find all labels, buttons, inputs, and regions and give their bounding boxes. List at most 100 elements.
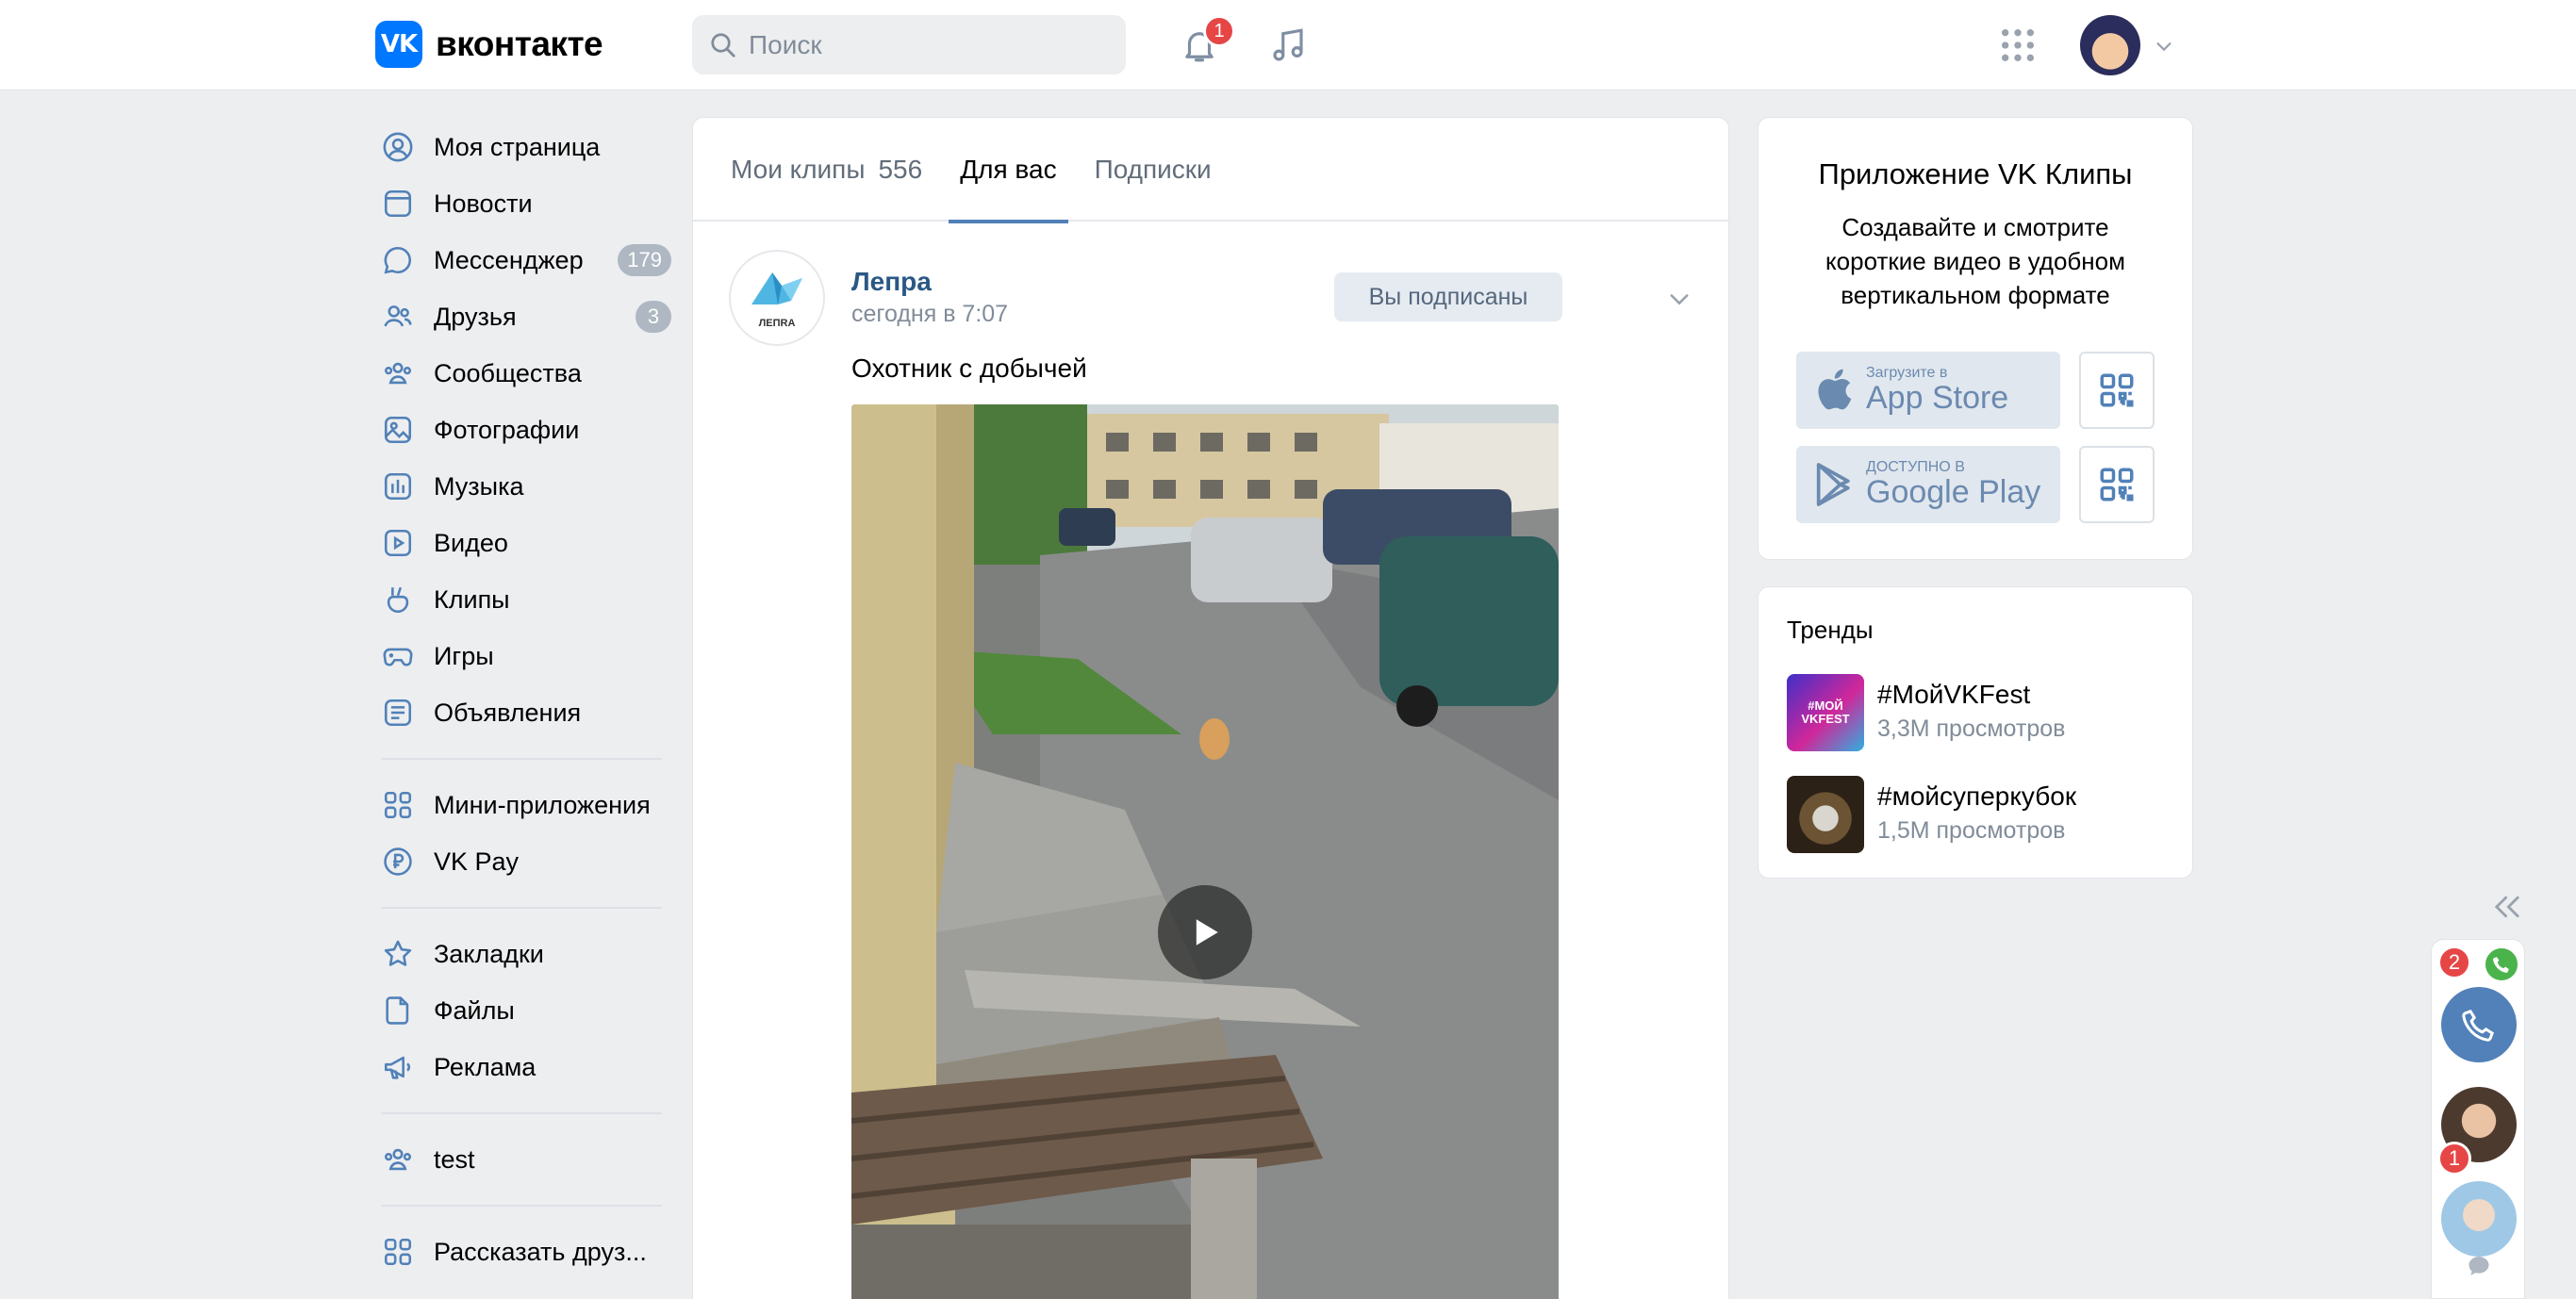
sidebar-divider [381, 907, 662, 909]
app-store-qr-button[interactable] [2079, 352, 2155, 429]
sidebar-item-bookmarks[interactable]: Закладки [370, 926, 681, 982]
sidebar-item-label: Видео [434, 528, 508, 557]
trend-thumbnail: #МОЙ VKFEST [1787, 674, 1864, 751]
sidebar-item-label: Игры [434, 641, 494, 670]
chevron-down-icon[interactable] [1666, 286, 1693, 312]
call-chat-avatar[interactable] [2441, 987, 2517, 1062]
sidebar-item-games[interactable]: Игры [370, 628, 681, 684]
sidebar-item-label: Музыка [434, 471, 524, 501]
video-frame-image [851, 404, 1559, 1299]
sidebar-item-label: Новости [434, 189, 533, 218]
tab-count: 556 [878, 155, 923, 184]
trend-views: 3,3M просмотров [1877, 715, 2066, 742]
trend-name: #МойVKFest [1877, 680, 2031, 709]
google-play-qr-button[interactable] [2079, 446, 2155, 523]
subscribed-button[interactable]: Вы подписаны [1334, 272, 1562, 321]
app-store-big-text: App Store [1866, 380, 2009, 416]
vk-logo-text: вконтакте [436, 25, 603, 63]
sidebar-item-messenger[interactable]: Мессенджер 179 [370, 232, 681, 288]
post-date[interactable]: сегодня в 7:07 [851, 301, 1008, 328]
promo-description: Создавайте и смотрите короткие видео в у… [1825, 213, 2125, 309]
sidebar-item-music[interactable]: Музыка [370, 458, 681, 515]
sidebar-item-friends[interactable]: Друзья 3 [370, 288, 681, 345]
tab-label: Для вас [960, 155, 1057, 184]
news-icon [381, 187, 415, 221]
google-play-big-text: Google Play [1866, 474, 2041, 510]
search-input[interactable] [749, 29, 1107, 60]
sidebar-item-files[interactable]: Файлы [370, 982, 681, 1039]
sidebar-divider [381, 758, 662, 760]
tab-for-you[interactable]: Для вас [949, 118, 1068, 223]
collapse-chats-icon[interactable] [2491, 894, 2523, 920]
appstore-row: Загрузите в App Store [1796, 352, 2155, 429]
grid-icon [2002, 29, 2034, 61]
sidebar-item-classifieds[interactable]: Объявления [370, 684, 681, 741]
trend-thumbnail-text: #МОЙ VKFEST [1801, 699, 1850, 726]
file-icon [381, 994, 415, 1028]
sidebar-item-photos[interactable]: Фотографии [370, 402, 681, 458]
tab-label: Мои клипы [731, 155, 866, 184]
trend-views: 1,5M просмотров [1877, 817, 2066, 844]
clips-tabs: Мои клипы 556 Для вас Подписки [693, 118, 1728, 223]
sidebar-item-my-page[interactable]: Моя страница [370, 119, 681, 175]
apps-icon [381, 1235, 415, 1269]
sidebar-item-vk-pay[interactable]: VK Pay [370, 833, 681, 890]
clips-icon [381, 583, 415, 617]
chevron-down-icon[interactable] [2154, 36, 2174, 57]
sidebar-item-communities[interactable]: Сообщества [370, 345, 681, 402]
clip-video[interactable] [851, 404, 1559, 1299]
sidebar-item-clips[interactable]: Клипы [370, 571, 681, 628]
lepra-logo-icon [751, 272, 802, 304]
google-play-button[interactable]: ДОСТУПНО В Google Play [1796, 446, 2060, 523]
left-sidebar: Моя страница Новости Мессенджер 179 Друз… [370, 119, 681, 1280]
tab-subscriptions[interactable]: Подписки [1095, 118, 1212, 222]
sidebar-item-mini-apps[interactable]: Мини-приложения [370, 777, 681, 833]
play-icon [1196, 919, 1218, 945]
notifications-button[interactable]: 1 [1173, 15, 1235, 72]
sidebar-divider [381, 1112, 662, 1114]
sidebar-item-advertising[interactable]: Реклама [370, 1039, 681, 1095]
music-player-button[interactable] [1262, 19, 1314, 72]
sidebar-item-label: Реклама [434, 1052, 537, 1081]
communities-icon [381, 356, 415, 390]
sidebar-item-label: Фотографии [434, 415, 580, 444]
vk-logo[interactable]: VK вконтакте [375, 21, 603, 68]
search-box[interactable] [692, 15, 1126, 74]
trends-card: Тренды #МОЙ VKFEST #МойVKFest 3,3M просм… [1758, 586, 2193, 879]
video-icon [381, 526, 415, 560]
services-menu-button[interactable] [1991, 19, 2044, 72]
tab-label: Подписки [1094, 155, 1212, 184]
sidebar-item-news[interactable]: Новости [370, 175, 681, 232]
sidebar-item-tell-friends[interactable]: Рассказать друз... [370, 1224, 681, 1280]
active-call-badge [2483, 945, 2520, 983]
post-group-name[interactable]: Лепра [851, 267, 932, 297]
vk-logo-mark: VK [375, 21, 422, 68]
chats-sidebar: 2 1 [2431, 939, 2525, 1299]
sidebar-item-label: Объявления [434, 698, 582, 727]
sidebar-item-label: Клипы [434, 584, 510, 614]
sidebar-item-test[interactable]: test [370, 1131, 681, 1188]
googleplay-row: ДОСТУПНО В Google Play [1796, 446, 2155, 523]
google-play-icon [1816, 463, 1850, 506]
trend-item[interactable]: #мойсуперкубок 1,5M просмотров [1787, 776, 2076, 853]
qr-code-icon [2100, 373, 2134, 407]
search-icon [711, 32, 735, 58]
sidebar-item-label: Закладки [434, 939, 544, 968]
play-button[interactable] [1158, 885, 1252, 979]
chat-avatar[interactable] [2441, 1181, 2517, 1257]
apps-icon [381, 788, 415, 822]
group-avatar[interactable]: ЛЕПRA [729, 250, 825, 346]
sidebar-item-video[interactable]: Видео [370, 515, 681, 571]
sidebar-item-label: Друзья [434, 302, 517, 331]
music-icon [381, 469, 415, 503]
profile-avatar[interactable] [2080, 15, 2140, 75]
sidebar-item-label: Мессенджер [434, 245, 584, 274]
tab-my-clips[interactable]: Мои клипы 556 [731, 118, 922, 222]
post-header: ЛЕПRA [729, 250, 825, 346]
new-chat-icon[interactable] [2466, 1253, 2492, 1279]
app-store-button[interactable]: Загрузите в App Store [1796, 352, 2060, 429]
notifications-badge: 1 [1203, 15, 1235, 47]
group-logo-text: ЛЕПRA [758, 318, 796, 329]
trend-item[interactable]: #МОЙ VKFEST #МойVKFest 3,3M просмотров [1787, 674, 2065, 751]
music-note-icon [1273, 28, 1303, 61]
